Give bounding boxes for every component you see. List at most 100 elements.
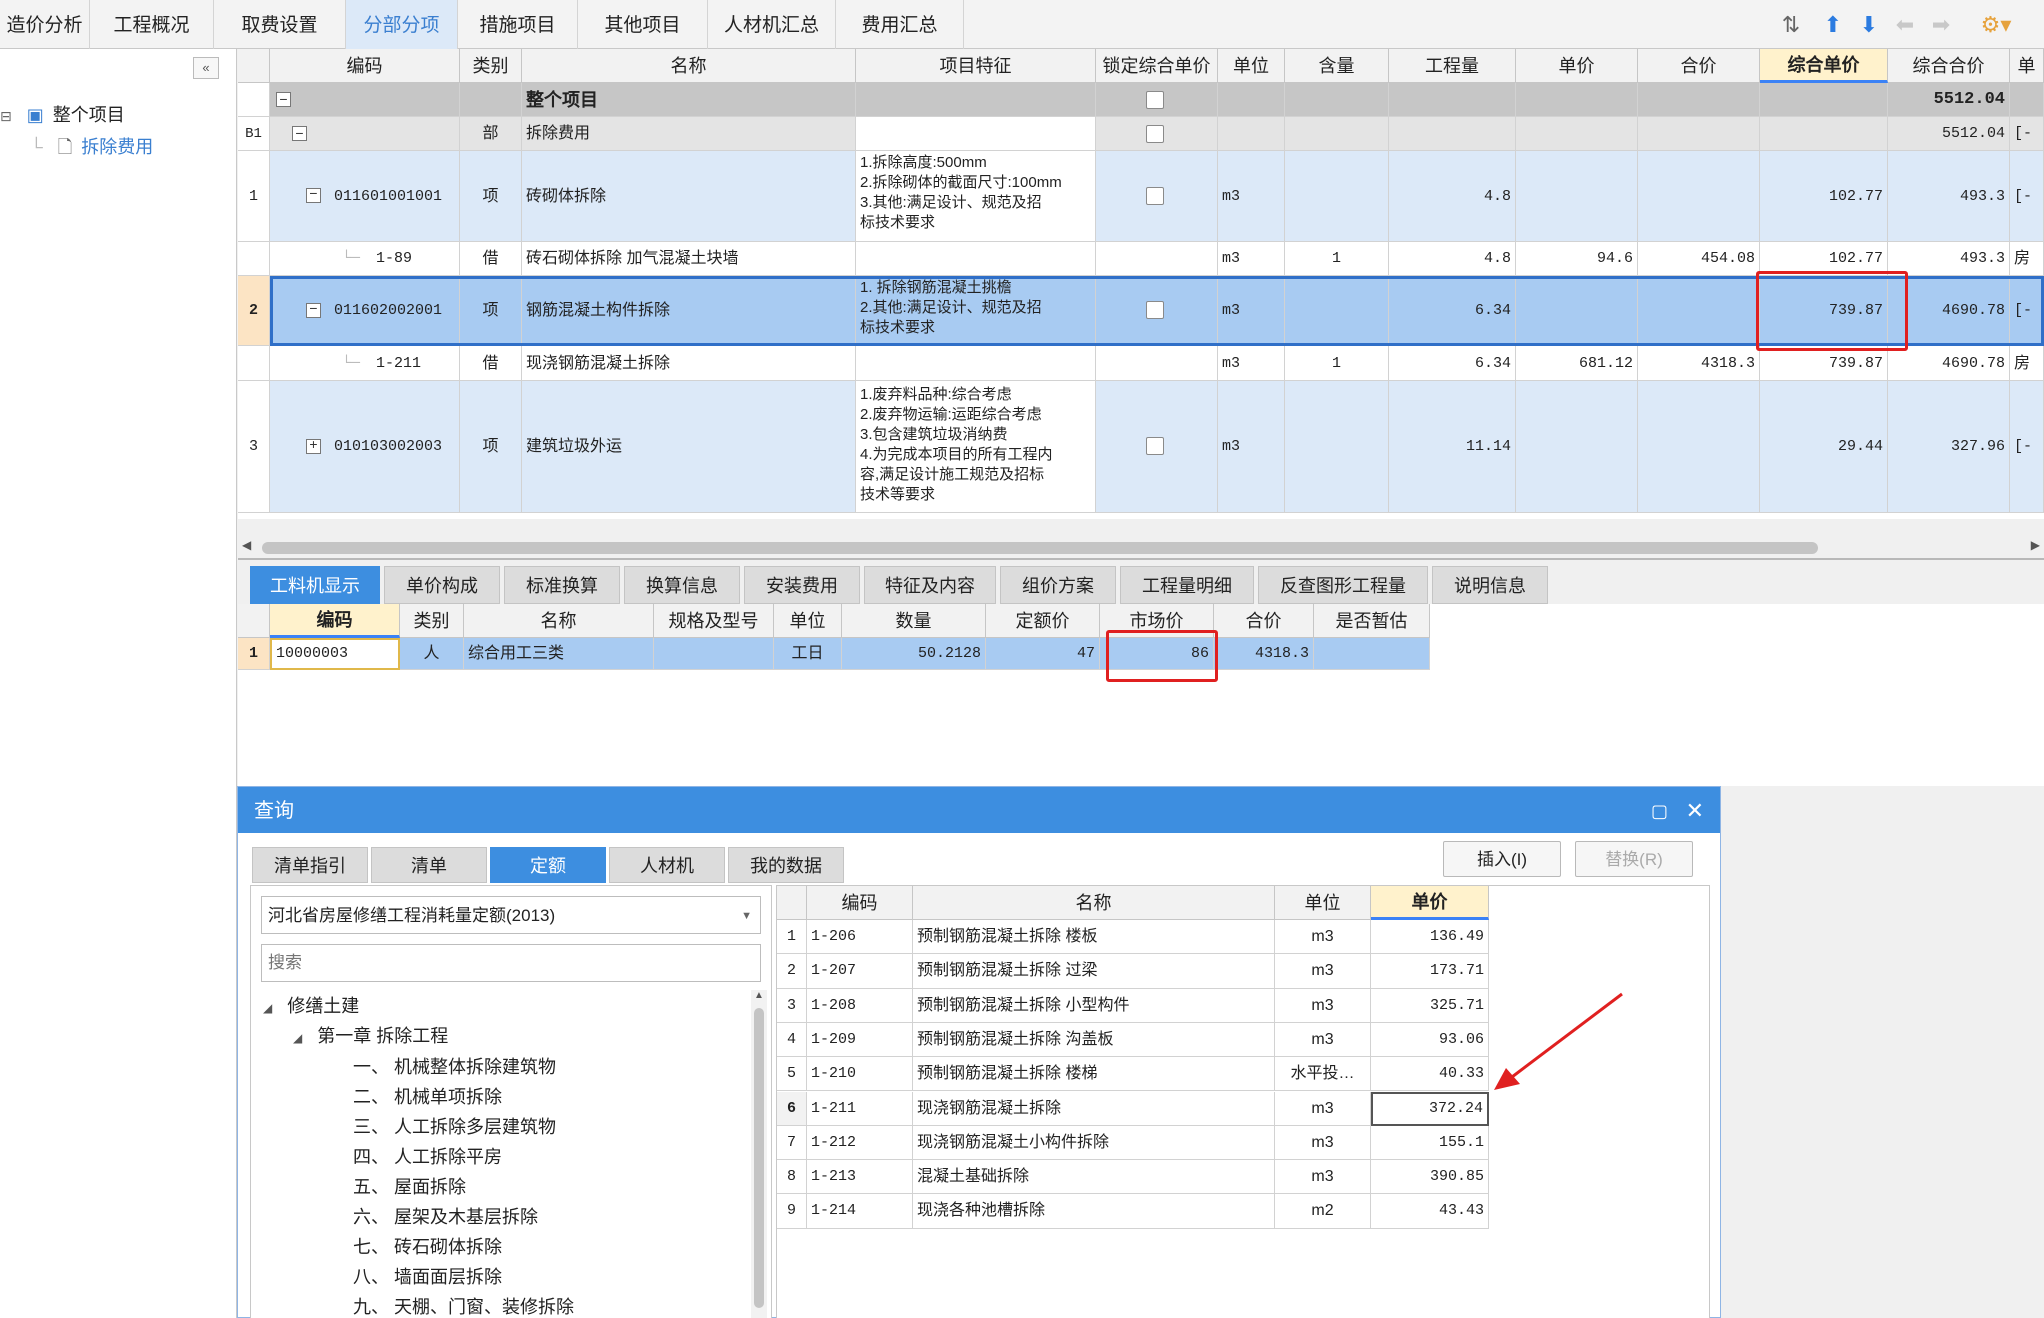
col-lock-price[interactable]: 锁定综合单价	[1096, 49, 1218, 83]
btab-price-composition[interactable]: 单价构成	[384, 566, 500, 604]
arrow-up-icon[interactable]: ⬆	[1820, 12, 1846, 38]
col-total[interactable]: 合价	[1638, 49, 1760, 83]
tree-node-chapter1[interactable]: ◢ 第一章 拆除工程	[293, 1022, 448, 1048]
scroll-right-icon[interactable]: ▶	[2031, 538, 2040, 552]
row-market-price[interactable]: 86	[1100, 638, 1214, 670]
row-code[interactable]: − 011601001001	[270, 151, 460, 242]
col-code[interactable]: 编码	[270, 49, 460, 83]
col-code[interactable]: 编码	[807, 886, 913, 920]
row-lock[interactable]	[1096, 117, 1218, 151]
row-spec[interactable]	[654, 638, 774, 670]
settings-icon[interactable]: ⚙▾	[1978, 12, 2014, 38]
scroll-up-icon[interactable]: ▲	[754, 990, 764, 1001]
row-feature[interactable]: 1. 拆除钢筋混凝土挑檐 2.其他:满足设计、规范及招 标技术要求	[856, 276, 1096, 346]
tree-root[interactable]: ⊟ ▣ 整个项目	[0, 101, 125, 127]
col-quota-price[interactable]: 定额价	[986, 604, 1100, 638]
tree-item-demolition[interactable]: └ 🗋 拆除费用	[30, 133, 153, 165]
col-feature[interactable]: 项目特征	[856, 49, 1096, 83]
col-market-price[interactable]: 市场价	[1100, 604, 1214, 638]
row-code[interactable]: −	[270, 83, 460, 117]
col-name[interactable]: 名称	[913, 886, 1275, 920]
tab-project-overview[interactable]: 工程概况	[90, 0, 214, 49]
btab-pricing-scheme[interactable]: 组价方案	[1000, 566, 1116, 604]
row-code[interactable]: └─ 1-211	[270, 346, 460, 381]
dlg-tab-my-data[interactable]: 我的数据	[728, 847, 844, 883]
col-name[interactable]: 名称	[464, 604, 654, 638]
row-lock[interactable]	[1096, 151, 1218, 242]
row-name[interactable]: 砖砌体拆除	[522, 151, 856, 242]
col-quantity[interactable]: 数量	[842, 604, 986, 638]
col-quantity[interactable]: 工程量	[1389, 49, 1516, 83]
dlg-tab-quota[interactable]: 定额	[490, 847, 606, 883]
row-provisional[interactable]	[1314, 638, 1430, 670]
dialog-title-bar[interactable]: 查询 ▢ ✕	[238, 787, 1720, 833]
insert-button[interactable]: 插入(I)	[1443, 841, 1561, 877]
arrow-right-icon[interactable]: ➡	[1928, 12, 1954, 38]
lock-checkbox[interactable]	[1146, 187, 1164, 205]
dlg-tab-bill[interactable]: 清单	[371, 847, 487, 883]
tree-section[interactable]: 六、 屋架及木基层拆除	[353, 1202, 574, 1232]
tab-fee-settings[interactable]: 取费设置	[214, 0, 346, 49]
col-extra[interactable]: 单	[2010, 49, 2044, 83]
row-code[interactable]: −	[270, 117, 460, 151]
row-code[interactable]: + 010103002003	[270, 381, 460, 513]
collapse-toggle-icon[interactable]: −	[292, 126, 307, 141]
lock-checkbox[interactable]	[1146, 301, 1164, 319]
collapse-toggle-icon[interactable]: −	[306, 303, 321, 318]
btab-install-fee[interactable]: 安装费用	[744, 566, 860, 604]
sort-icon[interactable]: ⇅	[1778, 12, 1804, 38]
col-code[interactable]: 编码	[270, 604, 400, 638]
row-lock[interactable]	[1096, 381, 1218, 513]
col-spec[interactable]: 规格及型号	[654, 604, 774, 638]
btab-resources[interactable]: 工料机显示	[250, 566, 380, 604]
btab-reverse-quantity[interactable]: 反查图形工程量	[1258, 566, 1428, 604]
arrow-down-icon[interactable]: ⬇	[1856, 12, 1882, 38]
row-name[interactable]: 建筑垃圾外运	[522, 381, 856, 513]
dlg-tab-resources[interactable]: 人材机	[609, 847, 725, 883]
tab-cost-analysis[interactable]: 造价分析	[0, 0, 90, 49]
tree-node-repair[interactable]: ◢ 修缮土建	[263, 992, 359, 1018]
col-name[interactable]: 名称	[522, 49, 856, 83]
scrollbar-thumb[interactable]	[754, 1008, 764, 1308]
replace-button[interactable]: 替换(R)	[1575, 841, 1693, 877]
tree-section[interactable]: 八、 墙面面层拆除	[353, 1262, 574, 1292]
row-code[interactable]: └─ 1-89	[270, 242, 460, 276]
tree-collapse-icon[interactable]: ⊟	[0, 108, 12, 124]
row-name[interactable]: 综合用工三类	[464, 638, 654, 670]
tab-other-items[interactable]: 其他项目	[578, 0, 708, 49]
quota-library-select[interactable]: 河北省房屋修缮工程消耗量定额(2013) ▼	[261, 896, 761, 934]
tree-section[interactable]: 二、 机械单项拆除	[353, 1082, 574, 1112]
search-input[interactable]	[261, 944, 761, 982]
splitter[interactable]	[238, 558, 2044, 560]
row-name[interactable]: 钢筋混凝土构件拆除	[522, 276, 856, 346]
col-price[interactable]: 单价	[1371, 886, 1489, 920]
row-name[interactable]: 拆除费用	[522, 117, 856, 151]
row-name[interactable]: 整个项目	[522, 83, 856, 117]
tree-section[interactable]: 五、 屋面拆除	[353, 1172, 574, 1202]
col-type[interactable]: 类别	[400, 604, 464, 638]
maximize-icon[interactable]: ▢	[1651, 787, 1668, 835]
tree-scrollbar[interactable]: ▲	[751, 990, 767, 1318]
row-name[interactable]: 现浇钢筋混凝土拆除	[522, 346, 856, 381]
tree-expand-icon[interactable]: ◢	[263, 1001, 272, 1015]
btab-std-conversion[interactable]: 标准换算	[504, 566, 620, 604]
tab-fee-summary[interactable]: 费用汇总	[836, 0, 964, 49]
row-code-input[interactable]: 10000003	[270, 638, 400, 670]
row-feature[interactable]: 1.废弃料品种:综合考虑 2.废弃物运输:运距综合考虑 3.包含建筑垃圾消纳费 …	[856, 381, 1096, 513]
col-comp-price[interactable]: 综合单价	[1760, 49, 1888, 83]
scrollbar-thumb[interactable]	[262, 542, 1818, 554]
col-comp-total[interactable]: 综合合价	[1888, 49, 2010, 83]
row-lock[interactable]	[1096, 276, 1218, 346]
row-feature[interactable]: 1.拆除高度:500mm 2.拆除砌体的截面尺寸:100mm 3.其他:满足设计…	[856, 151, 1096, 242]
tree-section[interactable]: 一、 机械整体拆除建筑物	[353, 1052, 574, 1082]
lock-checkbox[interactable]	[1146, 125, 1164, 143]
btab-conversion-info[interactable]: 换算信息	[624, 566, 740, 604]
col-type[interactable]: 类别	[460, 49, 522, 83]
tab-resource-summary[interactable]: 人材机汇总	[708, 0, 836, 49]
col-unit[interactable]: 单位	[1218, 49, 1285, 83]
col-unit[interactable]: 单位	[1275, 886, 1371, 920]
col-provisional[interactable]: 是否暂估	[1314, 604, 1430, 638]
col-price[interactable]: 单价	[1516, 49, 1638, 83]
row-name[interactable]: 砖石砌体拆除 加气混凝土块墙	[522, 242, 856, 276]
collapse-toggle-icon[interactable]: −	[276, 92, 291, 107]
